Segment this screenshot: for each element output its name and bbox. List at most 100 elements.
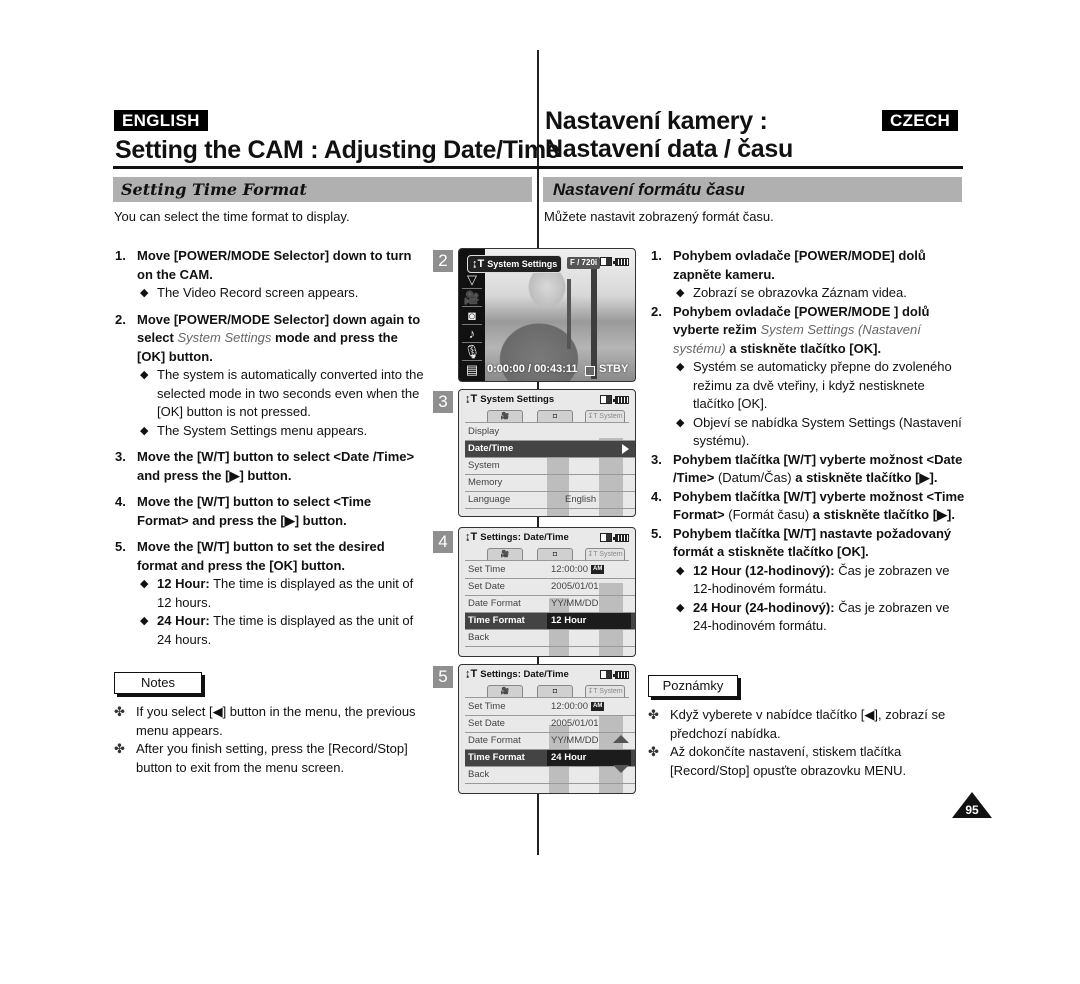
menu-item-set-date[interactable]: Set Date 2005/01/01: [465, 716, 635, 733]
tab-video[interactable]: 🎥: [487, 548, 523, 560]
menu-item-label: Language: [468, 494, 511, 505]
step-number: 5.: [651, 525, 662, 541]
step-note: ◆ Objeví se nabídka System Settings (Nast…: [673, 414, 969, 451]
tab-photo[interactable]: ◘: [537, 685, 573, 697]
step-text: Move [POWER/MODE Selector] down again to…: [137, 311, 425, 367]
step-note-label: 24 Hour (24-hodinový):: [693, 599, 835, 615]
camera-icon[interactable]: ◙: [462, 307, 482, 325]
menu-item-set-time[interactable]: Set Time 12:00:00 AM: [465, 562, 635, 579]
tab-divider: [465, 697, 629, 698]
tab-system[interactable]: ↧T System: [585, 410, 625, 422]
tab-video[interactable]: 🎥: [487, 685, 523, 697]
step-note: ◆ 24 Hour (24-hodinový): Čas je zobrazen …: [673, 599, 969, 636]
system-settings-icon: ↨T: [465, 531, 478, 543]
menu-item-system[interactable]: System: [465, 458, 635, 475]
menu-item-set-date[interactable]: Set Date 2005/01/01: [465, 579, 635, 596]
menu-item-back[interactable]: Back: [465, 767, 635, 784]
step-text: Move the [W/T] button to set the desired…: [137, 539, 385, 573]
menu-item-label: Set Date: [468, 718, 505, 729]
english-notes-list: ✤ If you select [◀] button in the menu, t…: [114, 703, 424, 777]
english-step-2: 2. Move [POWER/MODE Selector] down again…: [115, 311, 425, 441]
english-step-5: 5. Move the [W/T] button to set the desi…: [115, 538, 425, 649]
tab-system[interactable]: ↧T System: [585, 548, 625, 560]
step-text: Pohybem ovladače [POWER/MODE] dolů zapně…: [673, 248, 926, 282]
record-indicator-icon: [585, 366, 595, 376]
screen-2-number: 2: [433, 250, 453, 272]
note-item: ✤ Když vyberete v nabídce tlačítko [◀], z…: [648, 706, 968, 743]
menu-list: Set Time 12:00:00 AM Set Date 2005/01/01 Da…: [465, 562, 635, 647]
menu-item-time-format[interactable]: Time Format 12 Hour: [465, 613, 635, 630]
menu-item-label: Back: [468, 769, 490, 780]
note-text: Až dokončíte nastavení, stiskem tlačítka…: [670, 744, 907, 778]
battery-icon: [613, 670, 629, 679]
english-section-bar: Setting Time Format: [113, 177, 532, 202]
menu-item-date-time[interactable]: Date/Time: [465, 441, 635, 458]
tab-photo[interactable]: ◘: [537, 410, 573, 422]
microphone-icon[interactable]: 🎙: [462, 343, 482, 361]
memory-card-icon: [600, 670, 612, 680]
menu-title-text: System Settings: [480, 394, 555, 405]
mode-label: ↨T System Settings: [467, 255, 563, 273]
screen-4-date-time-12h: ↨T Settings: Date/Time 🎥 ◘ ↧T System Set …: [458, 527, 636, 657]
step-text-part: a stiskněte tlačítko [▶].: [809, 507, 955, 522]
english-section-title: Setting Time Format: [121, 180, 307, 199]
tree-trunk-decoration: [567, 279, 571, 349]
menu-list: Set Time 12:00:00 AM Set Date 2005/01/01 Da…: [465, 699, 635, 784]
czech-section-bar: Nastavení formátu času: [543, 177, 962, 202]
english-step-1: 1. Move [POWER/MODE Selector] down to tu…: [115, 247, 425, 303]
menu-item-label: Back: [468, 632, 490, 643]
screen-3-number: 3: [433, 391, 453, 413]
step-text-part: a stiskněte tlačítko [OK].: [725, 340, 882, 356]
tab-photo[interactable]: ◘: [537, 548, 573, 560]
battery-icon: [613, 395, 629, 404]
chevron-down-icon[interactable]: ▽: [462, 271, 482, 289]
menu-item-label: Date/Time: [468, 443, 514, 454]
step-note-text: The System Settings menu appears.: [157, 422, 368, 438]
czech-section-title: Nastavení formátu času: [553, 180, 745, 199]
clover-bullet-icon: ✤: [648, 744, 659, 759]
menu-item-label: Time Format: [468, 615, 525, 626]
czech-steps: 1. Pohybem ovladače [POWER/MODE] dolů za…: [651, 247, 969, 636]
step-number: 1.: [651, 248, 662, 263]
note-text: After you finish setting, press the [Rec…: [136, 741, 408, 775]
tab-system[interactable]: ↧T System: [585, 685, 625, 697]
menu-item-value: 12 Hour: [547, 613, 631, 629]
clover-bullet-icon: ✤: [114, 704, 125, 719]
step-text: Move [POWER/MODE Selector] down to turn …: [137, 248, 412, 282]
menu-item-back[interactable]: Back: [465, 630, 635, 647]
step-text-part: a stiskněte tlačítko [▶].: [791, 470, 938, 485]
document-icon[interactable]: ▤: [462, 361, 482, 379]
step-number: 5.: [115, 539, 126, 554]
down-arrow-icon[interactable]: [613, 765, 629, 773]
menu-tabs: 🎥 ◘ ↧T System: [481, 410, 627, 422]
step-note: ◆ The System Settings menu appears.: [137, 422, 425, 441]
am-pm-badge: AM: [590, 701, 605, 711]
diamond-bullet-icon: ◆: [140, 369, 149, 381]
step-text: Pohybem tlačítka [W/T] nastavte požadova…: [673, 525, 952, 560]
menu-item-memory[interactable]: Memory: [465, 475, 635, 492]
step-note-label: 12 Hour:: [157, 576, 210, 591]
up-arrow-icon[interactable]: [613, 735, 629, 743]
screen-5-number: 5: [433, 666, 453, 688]
music-icon[interactable]: ♪: [462, 325, 482, 343]
menu-item-label: Memory: [468, 477, 503, 488]
menu-item-date-format[interactable]: Date Format YY/MM/DD: [465, 596, 635, 613]
step-note: ◆ The Video Record screen appears.: [137, 284, 425, 303]
menu-item-value: 2005/01/01: [551, 718, 599, 729]
screen-2-video-record: ▽ 🎥 ◙ ♪ 🎙 ▤ ↨T System Settings F / 720i 0…: [458, 248, 636, 382]
step-note: ◆ Zobrazí se obrazovka Záznam videa.: [673, 284, 969, 303]
tab-video[interactable]: 🎥: [487, 410, 523, 422]
camcorder-icon[interactable]: 🎥: [462, 289, 482, 307]
step-note: ◆ 12 Hour (12-hodinový): Čas je zobrazen …: [673, 562, 969, 599]
menu-item-display[interactable]: Display: [465, 424, 635, 441]
screen-3-system-settings: ↨T System Settings 🎥 ◘ ↧T System Display …: [458, 389, 636, 517]
menu-item-time-format[interactable]: Time Format 24 Hour: [465, 750, 635, 767]
menu-item-set-time[interactable]: Set Time 12:00:00 AM: [465, 699, 635, 716]
note-text: If you select [◀] button in the menu, th…: [136, 704, 416, 738]
menu-item-date-format[interactable]: Date Format YY/MM/DD: [465, 733, 635, 750]
english-steps: 1. Move [POWER/MODE Selector] down to tu…: [115, 247, 425, 657]
menu-item-value: 12:00:00 AM: [551, 562, 605, 578]
screen-5-date-time-24h: ↨T Settings: Date/Time 🎥 ◘ ↧T System Set …: [458, 664, 636, 794]
english-page-title: Setting the CAM : Adjusting Date/Time: [115, 136, 560, 164]
menu-item-language[interactable]: Language English: [465, 492, 635, 509]
